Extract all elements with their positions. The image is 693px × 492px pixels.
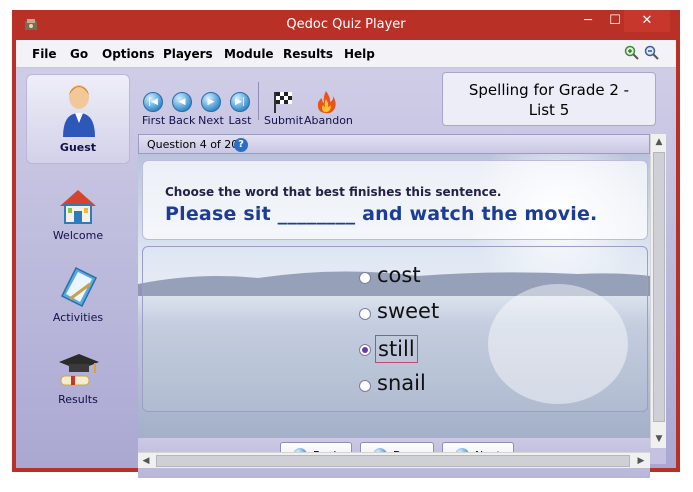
answer-text[interactable]: snail	[375, 371, 428, 395]
fire-icon	[317, 91, 336, 114]
sidebar-label-welcome: Welcome	[52, 229, 104, 242]
minimize-button[interactable]: ─	[574, 10, 602, 32]
abandon-button[interactable]: Abandon	[304, 90, 353, 127]
back-toolbar-label: Back	[168, 114, 196, 127]
title-bar: Qedoc Quiz Player ─ ☐ ✕	[12, 10, 680, 40]
answer-text[interactable]: cost	[375, 263, 423, 287]
submit-button[interactable]: Submit	[264, 90, 304, 127]
activities-book-icon	[60, 266, 98, 308]
back-icon: ◀	[172, 92, 192, 112]
lake-background-image: Choose the word that best finishes this …	[138, 154, 650, 438]
results-graduation-icon	[59, 354, 99, 386]
user-avatar-icon	[63, 85, 95, 137]
menu-help[interactable]: Help	[344, 47, 375, 61]
answer-text-selected[interactable]: still	[375, 335, 418, 363]
welcome-house-icon	[60, 190, 96, 224]
first-icon: |◀	[143, 92, 163, 112]
menu-options[interactable]: Options	[102, 47, 155, 61]
zoom-in-icon[interactable]	[624, 45, 640, 61]
next-toolbar-button[interactable]: ▶ Next	[197, 92, 225, 127]
vertical-scroll-thumb[interactable]	[653, 152, 665, 422]
sidebar-item-welcome[interactable]: Welcome	[26, 186, 130, 242]
radio-button[interactable]	[359, 380, 371, 392]
sidebar-item-activities[interactable]: Activities	[26, 264, 130, 324]
menu-file[interactable]: File	[32, 47, 57, 61]
question-counter: Question 4 of 20.	[147, 138, 242, 151]
horizontal-scroll-thumb[interactable]	[156, 455, 630, 467]
question-counter-bar: Question 4 of 20. ?	[138, 134, 650, 154]
question-sentence: Please sit ________ and watch the movie.	[165, 203, 598, 225]
sidebar-item-results[interactable]: Results	[26, 346, 130, 406]
answer-text[interactable]: sweet	[375, 299, 441, 323]
quiz-title-box: Spelling for Grade 2 - List 5	[442, 72, 656, 126]
guest-user-button[interactable]: Guest	[26, 74, 130, 164]
quiz-title-line1: Spelling for Grade 2 -	[468, 81, 630, 99]
help-icon[interactable]: ?	[234, 138, 248, 152]
menu-go[interactable]: Go	[70, 47, 88, 61]
first-button[interactable]: |◀ First	[142, 92, 166, 127]
close-button[interactable]: ✕	[624, 10, 670, 32]
scroll-right-icon[interactable]: ▶	[634, 454, 648, 468]
radio-button[interactable]	[359, 308, 371, 320]
scroll-up-icon[interactable]: ▲	[652, 135, 666, 149]
submit-label: Submit	[264, 114, 304, 127]
scroll-down-icon[interactable]: ▼	[652, 432, 666, 446]
toolbar-separator	[258, 82, 259, 120]
question-prompt-box: Choose the word that best finishes this …	[142, 160, 648, 240]
radio-button-selected[interactable]	[359, 344, 371, 356]
menu-players[interactable]: Players	[163, 47, 213, 61]
question-instruction: Choose the word that best finishes this …	[165, 185, 502, 199]
sidebar-label-results: Results	[58, 393, 98, 406]
next-toolbar-label: Next	[198, 114, 224, 127]
first-label: First	[142, 114, 166, 127]
app-window: Qedoc Quiz Player ─ ☐ ✕ File Go Options …	[12, 10, 680, 478]
client-area: Guest Welcome Activities Results |◀ Firs…	[16, 68, 676, 478]
vertical-scrollbar[interactable]: ▲ ▼	[650, 134, 666, 448]
menu-results[interactable]: Results	[283, 47, 333, 61]
menu-bar: File Go Options Players Module Results H…	[16, 40, 676, 68]
menu-module[interactable]: Module	[224, 47, 274, 61]
radio-button[interactable]	[359, 272, 371, 284]
abandon-label: Abandon	[304, 114, 353, 127]
question-panel: Question 4 of 20. ? Choose the word that…	[138, 134, 666, 478]
sidebar-label-activities: Activities	[52, 311, 104, 324]
scroll-left-icon[interactable]: ◀	[139, 454, 153, 468]
zoom-out-icon[interactable]	[644, 45, 660, 61]
last-label: Last	[228, 114, 252, 127]
back-toolbar-button[interactable]: ◀ Back	[168, 92, 196, 127]
quiz-title-line2: List 5	[528, 101, 570, 119]
next-icon: ▶	[201, 92, 221, 112]
guest-label: Guest	[59, 141, 97, 154]
checkered-flag-icon	[274, 92, 292, 113]
answer-options-box: cost sweet still snail	[142, 246, 648, 412]
last-icon: ▶|	[230, 92, 250, 112]
last-button[interactable]: ▶| Last	[227, 92, 253, 127]
horizontal-scrollbar[interactable]: ◀ ▶	[138, 452, 650, 468]
